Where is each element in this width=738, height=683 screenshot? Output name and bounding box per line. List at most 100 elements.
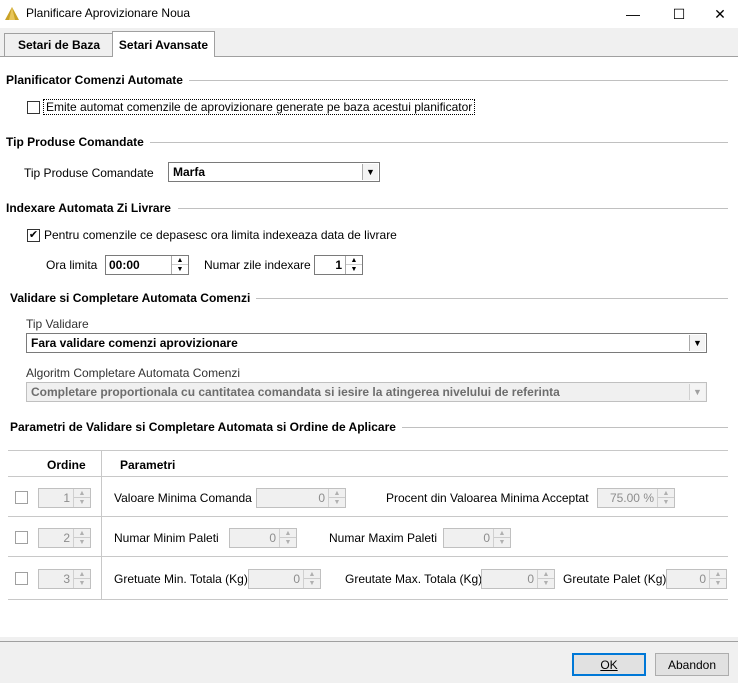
footer-divider: [0, 641, 738, 642]
spin-up-icon[interactable]: ▲: [304, 570, 320, 579]
spin-buttons[interactable]: ▲ ▼: [73, 529, 90, 547]
spin-buttons[interactable]: ▲ ▼: [303, 570, 320, 588]
auto-issue-checkbox[interactable]: [27, 101, 40, 114]
algorithm-select[interactable]: Completare proportionala cu cantitatea c…: [26, 382, 707, 402]
chevron-down-icon[interactable]: ▼: [689, 384, 705, 400]
spin-buttons[interactable]: ▲ ▼: [345, 256, 362, 274]
order-value: 1: [63, 491, 70, 505]
tab-label: Setari Avansate: [118, 37, 209, 52]
spin-down-icon[interactable]: ▼: [280, 538, 296, 547]
spin-buttons[interactable]: ▲ ▼: [73, 570, 90, 588]
spin-buttons[interactable]: ▲ ▼: [709, 570, 726, 588]
param-row-1-checkbox[interactable]: [15, 491, 28, 504]
spin-buttons[interactable]: ▲ ▼: [657, 489, 674, 507]
maximize-icon: ☐: [672, 5, 686, 22]
spin-down-icon[interactable]: ▼: [74, 538, 90, 547]
min-order-value-label: Valoare Minima Comanda: [114, 491, 252, 505]
time-limit-stepper[interactable]: 00:00 ▲ ▼: [105, 255, 189, 275]
minimize-button[interactable]: —: [610, 0, 656, 28]
product-type-value: Marfa: [173, 165, 206, 179]
spin-up-icon[interactable]: ▲: [658, 489, 674, 498]
chevron-down-icon[interactable]: ▼: [689, 335, 705, 351]
min-pallets-stepper[interactable]: 0 ▲ ▼: [229, 528, 297, 548]
validation-type-select[interactable]: Fara validare comenzi aprovizionare ▼: [26, 333, 707, 353]
ok-button[interactable]: OK: [572, 653, 646, 676]
tab-setari-avansate[interactable]: Setari Avansate: [112, 31, 215, 57]
param-value: 0: [269, 531, 276, 545]
order-value: 3: [63, 572, 70, 586]
param-row-1-order-stepper[interactable]: 1 ▲ ▼: [38, 488, 91, 508]
grid-border-top: [8, 450, 728, 451]
spin-up-icon[interactable]: ▲: [538, 570, 554, 579]
spin-up-icon[interactable]: ▲: [494, 529, 510, 538]
chevron-down-icon[interactable]: ▼: [362, 164, 378, 180]
spin-buttons[interactable]: ▲ ▼: [493, 529, 510, 547]
index-days-stepper[interactable]: 1 ▲ ▼: [314, 255, 363, 275]
pallet-weight-stepper[interactable]: 0 ▲ ▼: [666, 569, 727, 589]
param-value: 0: [699, 572, 706, 586]
spin-up-icon[interactable]: ▲: [74, 529, 90, 538]
window-title: Planificare Aprovizionare Noua: [26, 6, 191, 20]
spin-down-icon[interactable]: ▼: [74, 579, 90, 588]
maximize-button[interactable]: ☐: [656, 0, 702, 28]
pallet-weight-label: Greutate Palet (Kg): [563, 572, 667, 586]
param-row-3-order-stepper[interactable]: 3 ▲ ▼: [38, 569, 91, 589]
spin-down-icon[interactable]: ▼: [538, 579, 554, 588]
grid-header-divider: [8, 476, 728, 477]
param-value: 0: [483, 531, 490, 545]
app-logo-icon: [5, 7, 19, 20]
spin-up-icon[interactable]: ▲: [710, 570, 726, 579]
spin-down-icon[interactable]: ▼: [172, 265, 188, 274]
ok-button-label: OK: [600, 657, 618, 672]
spin-buttons[interactable]: ▲ ▼: [279, 529, 296, 547]
index-days-label: Numar zile indexare: [204, 258, 311, 272]
product-type-select[interactable]: Marfa ▼: [168, 162, 380, 182]
section-divider: [250, 298, 728, 299]
spin-buttons[interactable]: ▲ ▼: [537, 570, 554, 588]
section-title-params: Parametri de Validare si Completare Auto…: [10, 420, 402, 434]
spin-down-icon[interactable]: ▼: [304, 579, 320, 588]
spin-down-icon[interactable]: ▼: [710, 579, 726, 588]
min-pallets-label: Numar Minim Paleti: [114, 531, 219, 545]
tab-strip-border: [0, 56, 738, 57]
grid-header-order: Ordine: [47, 458, 86, 472]
min-weight-stepper[interactable]: 0 ▲ ▼: [248, 569, 321, 589]
min-weight-label: Gretuate Min. Totala (Kg): [114, 572, 248, 586]
grid-border-bottom: [8, 599, 728, 600]
max-weight-stepper[interactable]: 0 ▲ ▼: [481, 569, 555, 589]
section-title-validation: Validare si Completare Automata Comenzi: [10, 291, 257, 305]
param-row-3-checkbox[interactable]: [15, 572, 28, 585]
tab-setari-de-baza[interactable]: Setari de Baza: [4, 33, 114, 56]
time-limit-label: Ora limita: [46, 258, 98, 272]
spin-up-icon[interactable]: ▲: [172, 256, 188, 265]
min-value-percent-label: Procent din Valoarea Minima Acceptat: [386, 491, 589, 505]
spin-up-icon[interactable]: ▲: [346, 256, 362, 265]
grid-row-divider: [8, 516, 728, 517]
auto-issue-label: Emite automat comenzile de aprovizionare…: [43, 99, 476, 115]
spin-up-icon[interactable]: ▲: [329, 489, 345, 498]
spin-up-icon[interactable]: ▲: [74, 489, 90, 498]
param-row-2-order-stepper[interactable]: 2 ▲ ▼: [38, 528, 91, 548]
section-divider: [396, 427, 728, 428]
max-pallets-stepper[interactable]: 0 ▲ ▼: [443, 528, 511, 548]
spin-down-icon[interactable]: ▼: [494, 538, 510, 547]
algorithm-label: Algoritm Completare Automata Comenzi: [26, 366, 241, 380]
spin-down-icon[interactable]: ▼: [346, 265, 362, 274]
spin-up-icon[interactable]: ▲: [280, 529, 296, 538]
spin-buttons[interactable]: ▲ ▼: [73, 489, 90, 507]
min-value-percent-stepper[interactable]: 75.00 % ▲ ▼: [597, 488, 675, 508]
param-value: 75.00 %: [609, 491, 654, 505]
section-title-auto-orders: Planificator Comenzi Automate: [6, 73, 189, 87]
close-button[interactable]: ✕: [702, 0, 738, 28]
spin-down-icon[interactable]: ▼: [329, 498, 345, 507]
min-order-value-stepper[interactable]: 0 ▲ ▼: [256, 488, 346, 508]
cancel-button[interactable]: Abandon: [655, 653, 729, 676]
spin-down-icon[interactable]: ▼: [658, 498, 674, 507]
spin-buttons[interactable]: ▲ ▼: [171, 256, 188, 274]
param-row-2-checkbox[interactable]: [15, 531, 28, 544]
spin-down-icon[interactable]: ▼: [74, 498, 90, 507]
spin-buttons[interactable]: ▲ ▼: [328, 489, 345, 507]
delivery-index-checkbox[interactable]: ✔: [27, 229, 40, 242]
spin-up-icon[interactable]: ▲: [74, 570, 90, 579]
param-value: 0: [293, 572, 300, 586]
